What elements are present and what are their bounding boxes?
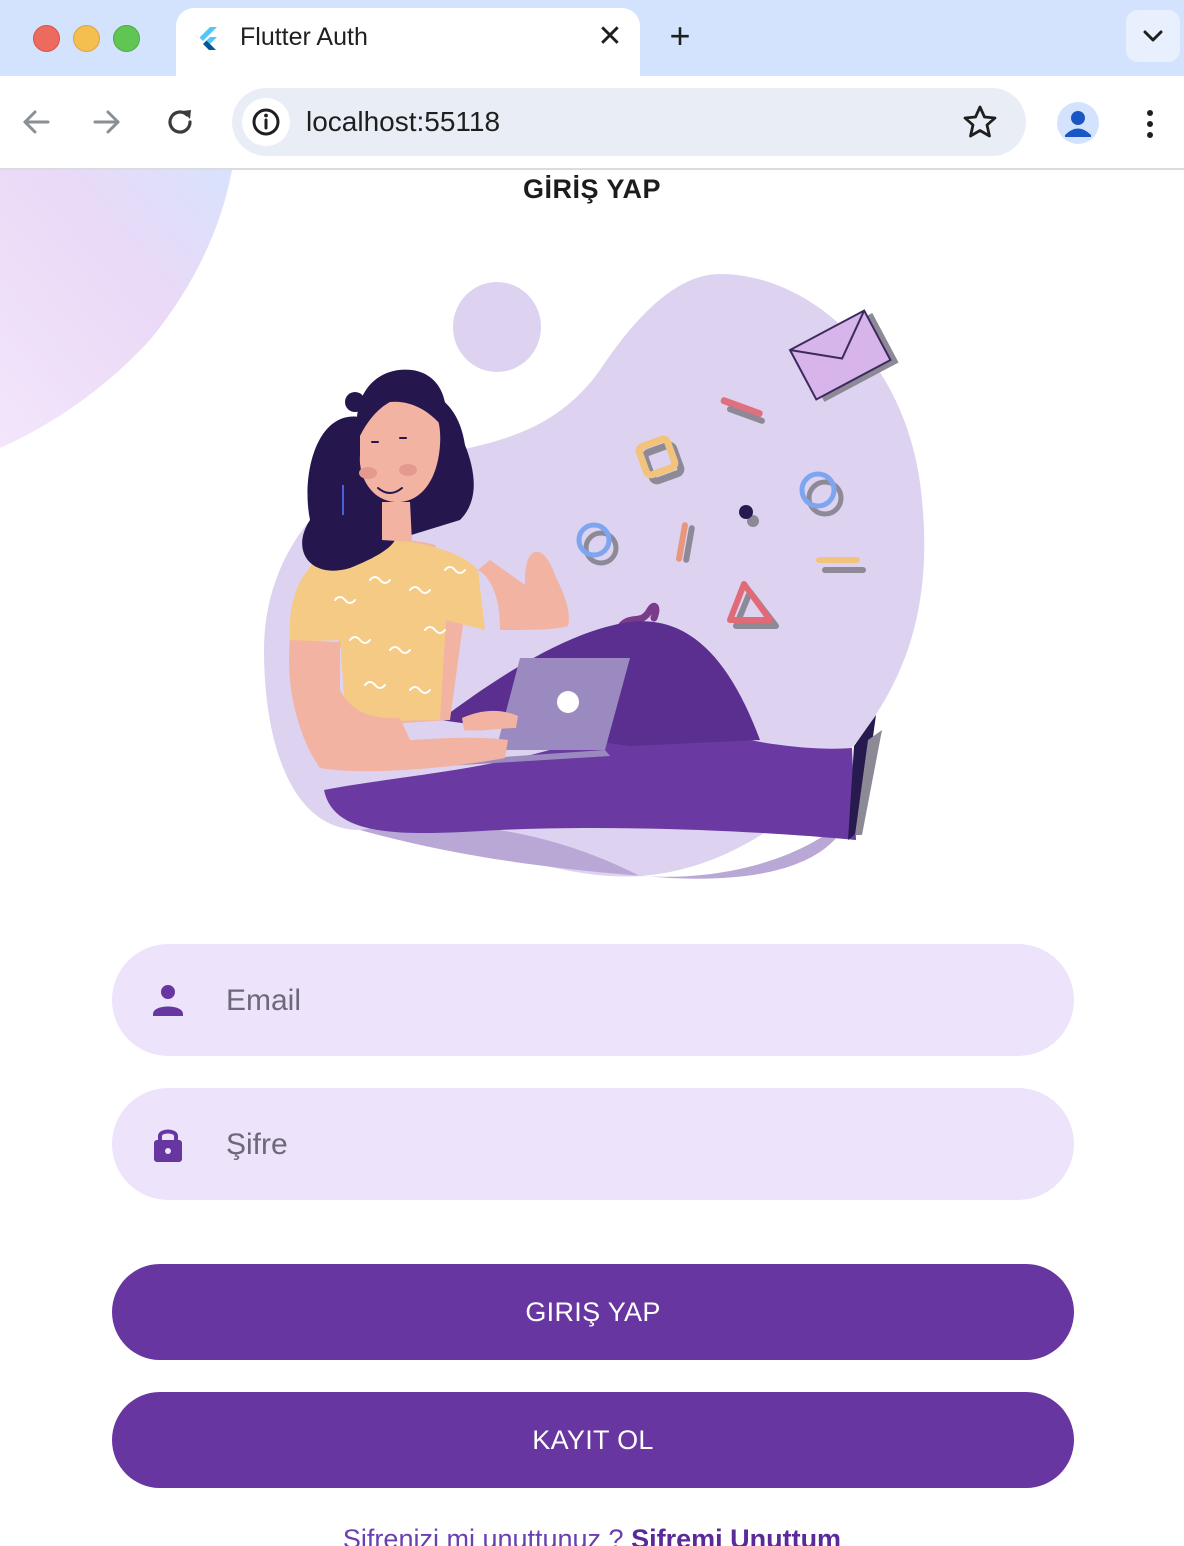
person-icon xyxy=(153,985,183,1016)
browser-toolbar: localhost:55118 xyxy=(0,76,1184,170)
close-window-button[interactable] xyxy=(33,25,60,52)
person-icon xyxy=(1065,111,1091,137)
tab-close-icon[interactable]: ✕ xyxy=(594,22,626,54)
browser-tab-bar: Flutter Auth ✕ + xyxy=(0,0,1184,76)
star-icon[interactable] xyxy=(962,104,998,140)
email-field[interactable] xyxy=(112,944,1074,1058)
arrow-right-icon[interactable] xyxy=(87,102,127,142)
login-illustration xyxy=(264,274,925,879)
login-button[interactable]: GIRIŞ YAP xyxy=(112,1264,1074,1360)
new-tab-button[interactable]: + xyxy=(660,18,700,58)
flutter-logo-icon xyxy=(199,27,217,50)
forgot-password-prompt: Şifrenizi mi unuttunuz ? xyxy=(342,1524,632,1546)
email-input[interactable] xyxy=(224,944,1048,1058)
tab-title: Flutter Auth xyxy=(240,23,368,51)
profile-button[interactable] xyxy=(1057,102,1099,144)
reload-icon[interactable] xyxy=(160,102,200,142)
more-vert-icon[interactable] xyxy=(1134,104,1166,144)
forgot-password-link[interactable]: Şifremi Unuttum xyxy=(631,1524,841,1546)
forgot-password-row: Şifrenizi mi unuttunuz ? Şifremi Unuttum xyxy=(0,1524,1184,1546)
address-bar[interactable]: localhost:55118 xyxy=(232,88,1026,156)
tab-search-button[interactable] xyxy=(1126,10,1180,62)
password-field[interactable] xyxy=(112,1088,1074,1202)
register-button[interactable]: KAYIT OL xyxy=(112,1392,1074,1488)
browser-tab[interactable]: Flutter Auth ✕ xyxy=(176,8,640,76)
site-info-button[interactable] xyxy=(242,98,290,146)
chevron-down-icon xyxy=(1143,30,1163,42)
url-text: localhost:55118 xyxy=(306,106,501,137)
decorative-blob xyxy=(0,170,232,448)
password-input[interactable] xyxy=(224,1088,1048,1202)
page-title: GİRİŞ YAP xyxy=(522,174,662,204)
lock-icon xyxy=(154,1129,182,1162)
arrow-left-icon[interactable] xyxy=(16,102,56,142)
minimize-window-button[interactable] xyxy=(73,25,100,52)
login-page: GİRİŞ YAP Email GIRIŞ YAP KAYIT OL Şifre… xyxy=(0,170,1184,1546)
maximize-window-button[interactable] xyxy=(113,25,140,52)
info-icon xyxy=(252,108,280,136)
